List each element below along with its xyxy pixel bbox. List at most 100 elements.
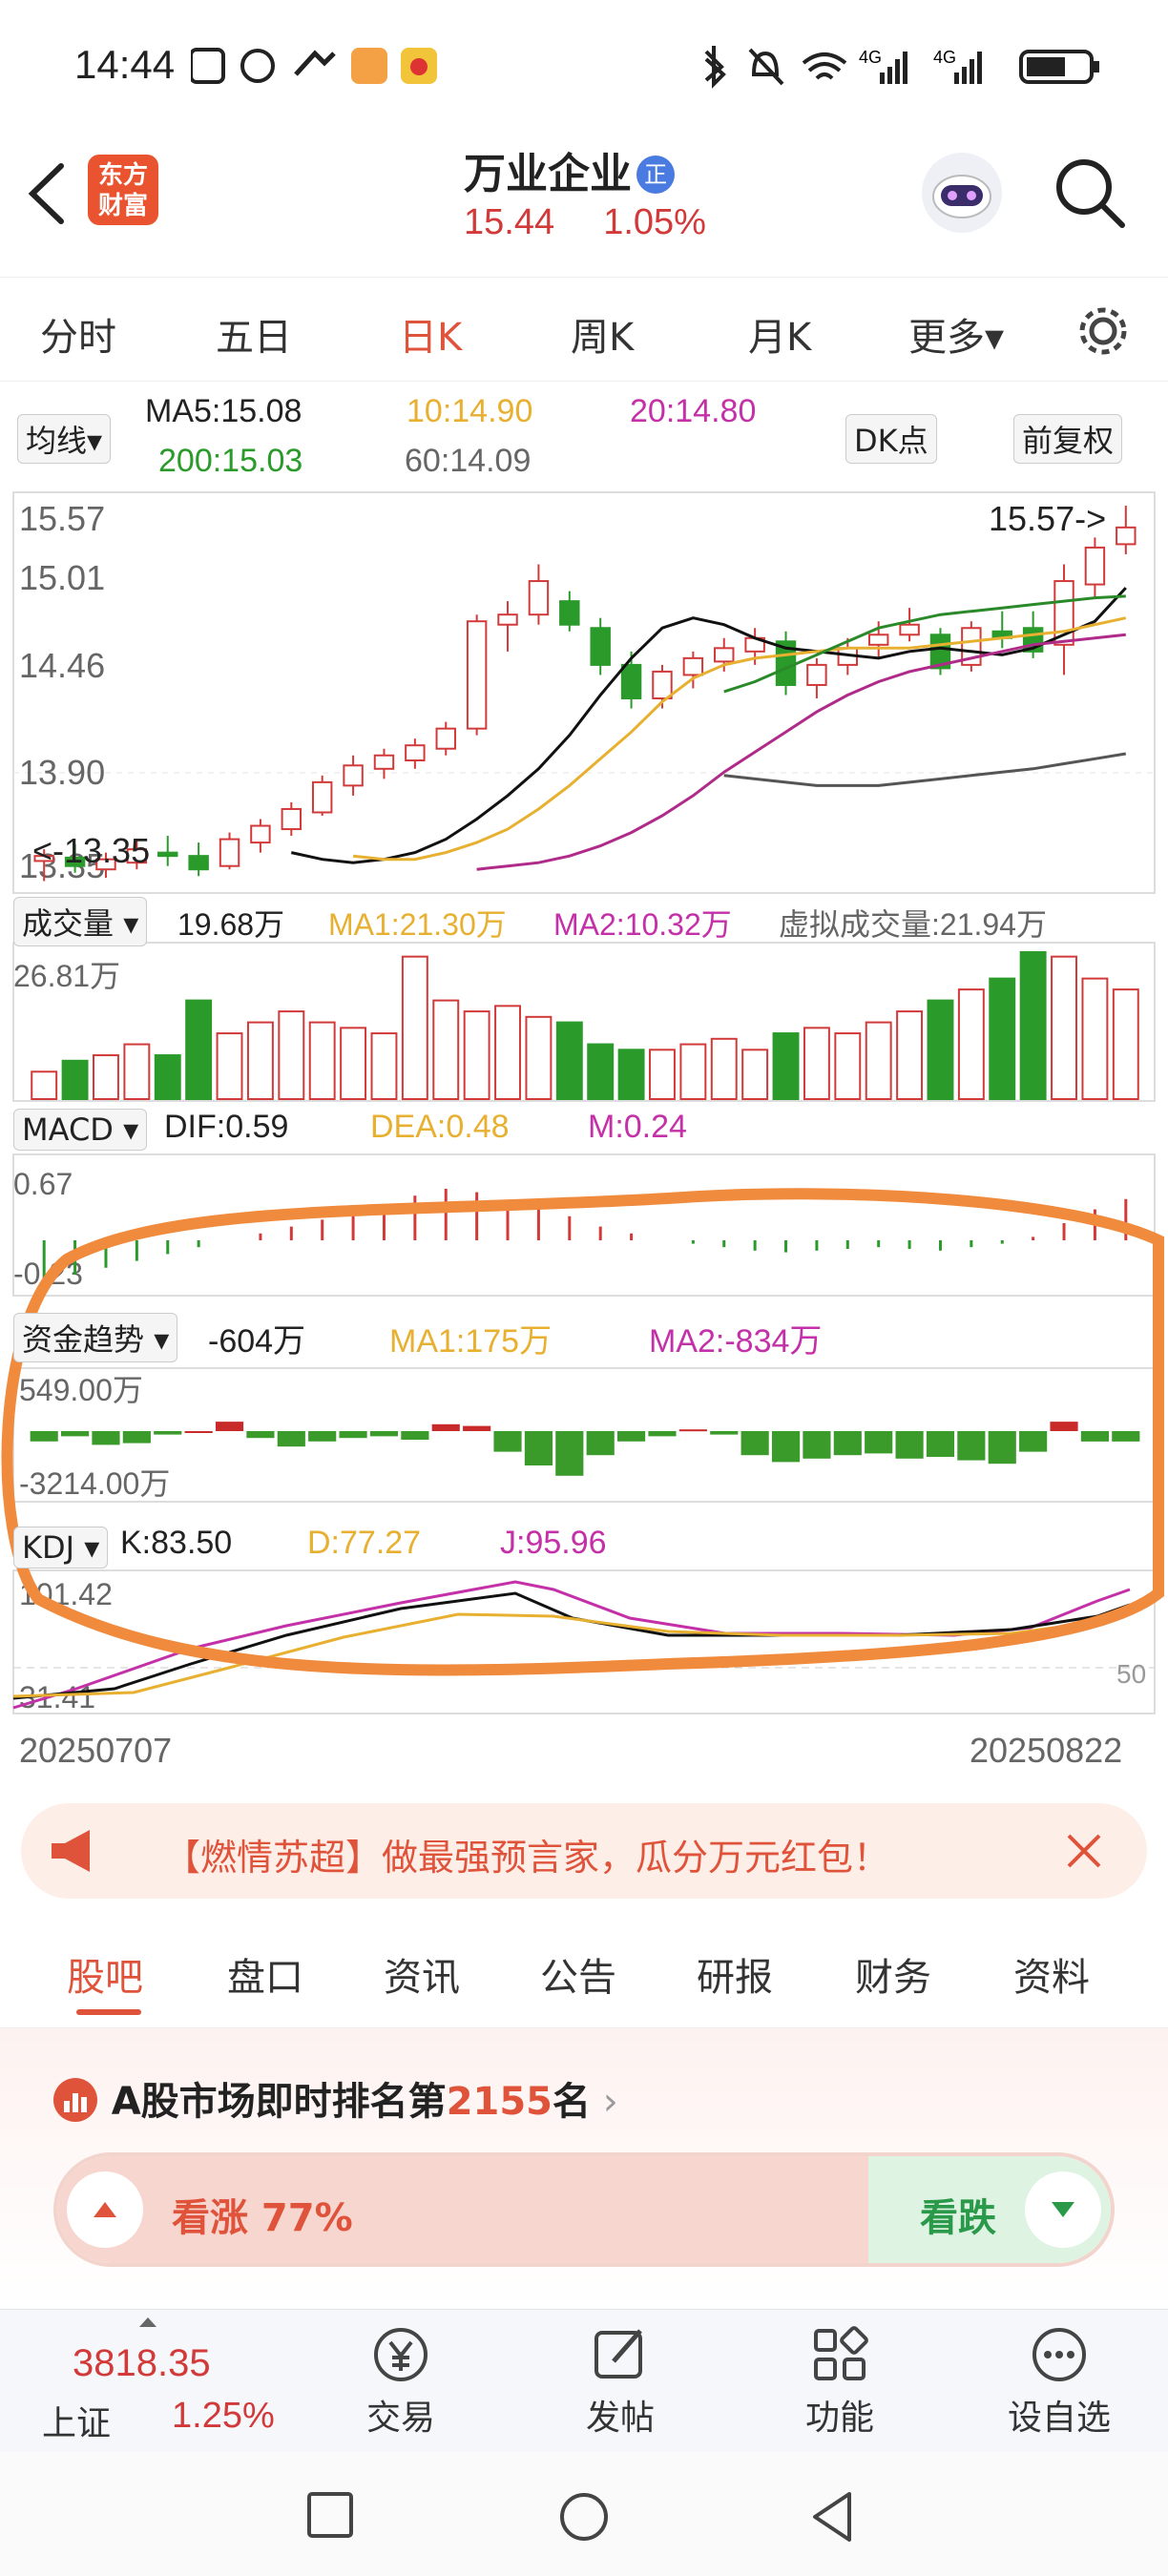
- fund-ma1: MA1:175万: [389, 1323, 553, 1360]
- volume-virtual: 虚拟成交量:21.94万: [779, 907, 1047, 942]
- status-system-icons: 4G 4G: [704, 46, 1099, 89]
- candle-body: [1084, 546, 1106, 586]
- fund-bar: [61, 1431, 90, 1437]
- macd-m: M:0.24: [588, 1109, 687, 1145]
- status-app-icons: [191, 48, 437, 84]
- nav-add-watchlist[interactable]: 设自选: [992, 2323, 1126, 2447]
- adjust-toggle[interactable]: 前复权: [1013, 414, 1123, 464]
- volume-selector-label: 成交量: [22, 905, 115, 942]
- fund-bar: [30, 1431, 58, 1442]
- fund-bar: [308, 1431, 337, 1442]
- nav-post-label: 发帖: [585, 2399, 655, 2438]
- nav-trade[interactable]: 交易: [344, 2323, 458, 2447]
- candle-body: [528, 580, 550, 616]
- tab-fenshi[interactable]: 分时: [40, 306, 116, 362]
- tab-rik[interactable]: 日K: [399, 306, 462, 362]
- kdj-selector[interactable]: KDJ ▾: [13, 1527, 109, 1568]
- price-panel-frame: [12, 491, 1156, 894]
- volume-bar: [587, 1043, 615, 1101]
- volume-bar: [185, 999, 213, 1101]
- bottom-nav: 3818.35 上证 1.25% 交易 发帖 功能 设自选: [0, 2309, 1168, 2452]
- candle-body: [311, 780, 333, 814]
- fund-bar: [988, 1431, 1016, 1465]
- fund-bar: [833, 1431, 862, 1456]
- fund-ma2: MA2:-834万: [649, 1323, 823, 1360]
- ma-line-ma60: [723, 752, 1127, 787]
- fund-bar: [92, 1431, 120, 1445]
- volume-bar: [370, 1032, 398, 1100]
- volume-bar: [865, 1021, 892, 1101]
- fund-bar: [184, 1431, 213, 1433]
- kdj-k: K:83.50: [120, 1525, 233, 1561]
- volume-selector[interactable]: 成交量 ▾: [13, 897, 148, 946]
- recent-apps-icon[interactable]: [305, 2490, 357, 2542]
- macd-selector-label: MACD: [22, 1111, 114, 1148]
- macd-dif: DIF:0.59: [164, 1109, 289, 1145]
- market-ranking[interactable]: A股市场即时排名第2155名 ›: [52, 2070, 618, 2126]
- fund-bar: [524, 1431, 553, 1465]
- back-arrow-icon[interactable]: [25, 160, 67, 227]
- stock-title[interactable]: 万业企业 正: [464, 139, 676, 200]
- volume-bar: [1081, 977, 1109, 1101]
- gear-icon[interactable]: [1073, 301, 1134, 362]
- index-change: 1.25%: [172, 2396, 275, 2436]
- bear-label[interactable]: 看跌: [920, 2187, 996, 2242]
- subtab-gonggao[interactable]: 公告: [540, 1946, 616, 2002]
- close-icon[interactable]: [1063, 1830, 1105, 1872]
- ma-selector[interactable]: 均线▾: [17, 414, 112, 464]
- volume-ma1: MA1:21.30万: [328, 907, 507, 942]
- subtab-caiwu[interactable]: 财务: [855, 1946, 931, 2002]
- svg-text:4G: 4G: [859, 48, 882, 67]
- index-widget[interactable]: 3818.35 上证 1.25%: [19, 2310, 275, 2453]
- search-icon[interactable]: [1052, 155, 1128, 231]
- bull-label[interactable]: 看涨 77%: [172, 2187, 353, 2242]
- tab-wuri[interactable]: 五日: [216, 306, 292, 362]
- bear-button[interactable]: [1025, 2171, 1101, 2248]
- volume-ma2: MA2:10.32万: [553, 907, 732, 942]
- kdj-j: J:95.96: [500, 1525, 607, 1561]
- yen-icon: [374, 2328, 428, 2381]
- tab-yuek[interactable]: 月K: [748, 306, 811, 362]
- home-icon[interactable]: [557, 2490, 611, 2544]
- volume-bar: [432, 999, 460, 1101]
- tab-zhouk[interactable]: 周K: [571, 306, 634, 362]
- bull-button[interactable]: [67, 2171, 143, 2248]
- kdj-ref-50: 50: [1116, 1659, 1146, 1689]
- subtab-pankou[interactable]: 盘口: [227, 1946, 303, 2002]
- subtab-zixun[interactable]: 资讯: [384, 1946, 460, 2002]
- macd-selector[interactable]: MACD ▾: [13, 1109, 148, 1151]
- subtab-ziliao[interactable]: 资料: [1013, 1946, 1090, 2002]
- volume-bar: [957, 988, 985, 1100]
- fund-bar: [710, 1431, 739, 1435]
- fund-bar: [1050, 1422, 1078, 1431]
- tab-more[interactable]: 更多▾: [908, 306, 1004, 362]
- macd-axis-top: 0.67: [13, 1167, 73, 1201]
- content-tabs: 股吧 盘口 资讯 公告 研报 财务 资料: [0, 1918, 1168, 2028]
- fund-bar: [215, 1422, 244, 1431]
- fund-bar: [895, 1431, 924, 1459]
- nav-add-watchlist-label: 设自选: [1007, 2399, 1111, 2438]
- subtab-yanbao[interactable]: 研报: [697, 1946, 773, 2002]
- volume-bar: [308, 1021, 336, 1101]
- fund-bar: [740, 1431, 769, 1456]
- nav-functions[interactable]: 功能: [782, 2323, 897, 2447]
- subtab-guba[interactable]: 股吧: [67, 1946, 143, 2002]
- stock-name: 万业企业: [464, 150, 632, 198]
- nav-post[interactable]: 发帖: [563, 2323, 678, 2447]
- timeframe-tabs: 分时 五日 日K 周K 月K 更多▾: [0, 277, 1168, 382]
- robot-assistant-icon[interactable]: [916, 147, 1008, 239]
- dk-point-toggle[interactable]: DK点: [845, 414, 937, 464]
- volume-bar: [1051, 955, 1077, 1100]
- fund-selector[interactable]: 资金趋势 ▾: [13, 1313, 178, 1362]
- candle-body: [620, 663, 642, 700]
- app-logo-line2: 财富: [97, 192, 148, 220]
- back-icon[interactable]: [807, 2488, 859, 2545]
- fund-bar: [865, 1431, 893, 1454]
- fund-bar: [617, 1431, 646, 1442]
- fund-bar: [1019, 1431, 1048, 1452]
- system-nav-bar: [0, 2452, 1168, 2576]
- promo-banner[interactable]: 【燃情苏超】做最强预言家，瓜分万元红包！: [21, 1803, 1147, 1899]
- volume-bar: [494, 1005, 521, 1100]
- candles-layer: [33, 506, 1137, 882]
- volume-bars-layer: [31, 951, 1139, 1101]
